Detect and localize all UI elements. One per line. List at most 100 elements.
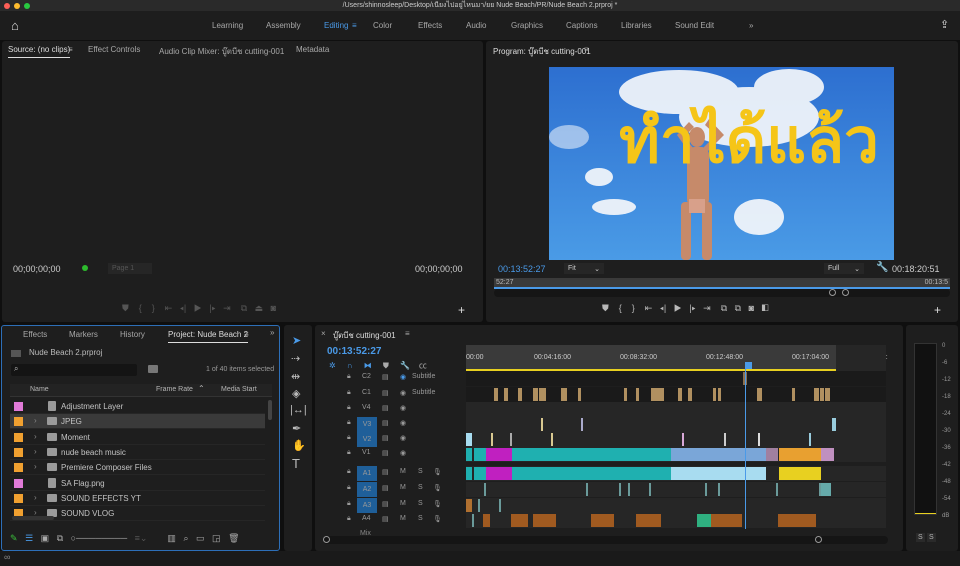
lock-icon[interactable]: 🔒︎: [347, 434, 351, 442]
column-frame-rate[interactable]: Frame Rate: [156, 386, 193, 393]
clip[interactable]: [519, 388, 522, 401]
clip[interactable]: [628, 483, 631, 496]
clip[interactable]: [776, 483, 779, 496]
ripple-edit-tool-icon[interactable]: ⇹: [291, 370, 300, 383]
tab-metadata[interactable]: Metadata: [296, 45, 329, 54]
trash-icon[interactable]: 🗑: [228, 533, 239, 543]
track-lane-v4[interactable]: [466, 402, 886, 417]
column-name[interactable]: Name: [30, 386, 49, 393]
lock-icon[interactable]: 🔒︎: [347, 500, 351, 508]
clip[interactable]: [491, 433, 493, 446]
horizontal-scrollbar[interactable]: [12, 516, 54, 520]
workspace-menu-icon[interactable]: ≡: [352, 11, 357, 40]
tab-history[interactable]: History: [120, 330, 145, 339]
tab-source[interactable]: Source: (no clips): [8, 45, 71, 58]
clip[interactable]: [474, 467, 486, 480]
program-transport-controls[interactable]: ⛊ { } ⇤ ◂| ▶ |▸ ⇥ ⧉ ⧉ ◙ ◧: [602, 303, 769, 314]
label-color-swatch[interactable]: [14, 478, 23, 488]
track-lane-v2[interactable]: [466, 432, 886, 447]
tab-markers[interactable]: Markers: [69, 330, 98, 339]
track-target-button[interactable]: A3: [357, 498, 377, 513]
workspace-sound-edit[interactable]: Sound Edit: [675, 11, 714, 40]
scroll-handle-right[interactable]: [842, 289, 849, 296]
clip[interactable]: [636, 514, 661, 527]
clip[interactable]: [510, 433, 512, 446]
tab-effects[interactable]: Effects: [23, 330, 47, 339]
label-color-swatch[interactable]: [14, 402, 23, 411]
clip[interactable]: [779, 467, 821, 480]
solo-right-button[interactable]: S: [927, 533, 936, 542]
lock-icon[interactable]: 🔒︎: [347, 389, 351, 397]
track-name[interactable]: V1: [362, 449, 371, 456]
zoom-scroll-bar[interactable]: [494, 289, 950, 297]
clip[interactable]: [618, 483, 621, 496]
scroll-handle-left[interactable]: [323, 536, 330, 543]
close-sequence-icon[interactable]: ×: [321, 329, 326, 338]
vertical-scrollbar[interactable]: [268, 400, 272, 420]
label-color-swatch[interactable]: [14, 447, 23, 457]
clip[interactable]: [697, 514, 711, 527]
clip[interactable]: [832, 418, 836, 431]
label-color-swatch[interactable]: [14, 493, 23, 503]
source-timecode-current[interactable]: 00;00;00;00: [13, 264, 61, 274]
track-name[interactable]: C2: [362, 373, 371, 380]
tab-audio-clip-mixer[interactable]: Audio Clip Mixer: บู๊ตบีช cutting-001: [159, 45, 284, 58]
workspace-graphics[interactable]: Graphics: [511, 11, 543, 40]
creative-cloud-icon[interactable]: ∞: [4, 552, 10, 562]
program-video-frame[interactable]: ทำได้แล้ว: [549, 67, 894, 260]
solo-button[interactable]: S: [418, 500, 423, 507]
clip[interactable]: [483, 483, 486, 496]
source-transport-controls[interactable]: ⛊ { } ⇤ ◂| ▶ |▸ ⇥ ⧉ ⏏ ◙: [122, 303, 276, 314]
clip[interactable]: [712, 388, 717, 401]
razor-tool-icon[interactable]: ◈: [292, 387, 300, 400]
new-item-icon[interactable]: ◲: [212, 533, 221, 543]
scroll-handle-left[interactable]: [829, 289, 836, 296]
playback-resolution-dropdown[interactable]: Full ⌄: [824, 263, 864, 274]
track-lane-v1[interactable]: [466, 447, 886, 462]
workspace-captions[interactable]: Captions: [566, 11, 598, 40]
clip[interactable]: [512, 448, 671, 461]
project-search-input[interactable]: ⌕: [11, 364, 137, 376]
track-target-button[interactable]: A2: [357, 482, 377, 497]
lock-icon[interactable]: 🔒︎: [347, 515, 351, 523]
eye-icon[interactable]: ◉: [400, 449, 406, 457]
track-target-button[interactable]: V2: [357, 432, 377, 447]
clip[interactable]: [651, 388, 655, 401]
solo-button[interactable]: S: [418, 515, 423, 522]
type-tool-icon[interactable]: T: [292, 456, 300, 471]
workspace-color[interactable]: Color: [373, 11, 392, 40]
lock-icon[interactable]: 🔒︎: [347, 449, 351, 457]
clip[interactable]: [494, 388, 498, 401]
zoom-slider[interactable]: ○────────: [71, 533, 127, 543]
lock-icon[interactable]: 🔒︎: [347, 419, 351, 427]
clip[interactable]: [544, 388, 547, 401]
sequence-menu-icon[interactable]: ≡: [405, 329, 410, 338]
solo-button[interactable]: S: [418, 468, 423, 475]
tab-effect-controls[interactable]: Effect Controls: [88, 45, 140, 54]
clip[interactable]: [717, 483, 720, 496]
playhead-handle[interactable]: [745, 362, 752, 369]
clip[interactable]: [581, 418, 583, 431]
project-item[interactable]: › JPEG: [10, 414, 265, 430]
project-item[interactable]: › SOUND EFFECTS YT: [10, 491, 265, 506]
wrench-icon[interactable]: 🔧: [876, 262, 888, 273]
new-bin-icon[interactable]: ▭: [196, 533, 205, 543]
clip[interactable]: [758, 433, 760, 446]
mute-button[interactable]: M: [400, 484, 406, 491]
workspace-audio[interactable]: Audio: [466, 11, 486, 40]
pen-tool-icon[interactable]: ✒: [292, 422, 301, 435]
sort-icon[interactable]: ≡⌄: [135, 533, 148, 543]
clip[interactable]: [821, 448, 834, 461]
expand-chevron-icon[interactable]: ›: [34, 416, 37, 425]
automate-to-sequence-icon[interactable]: ▥: [167, 533, 176, 543]
selection-tool-icon[interactable]: ➤: [292, 334, 301, 347]
clip[interactable]: [711, 514, 742, 527]
tab-program[interactable]: Program: บู๊ตบีช cutting-001: [493, 45, 591, 58]
source-timecode-duration[interactable]: 00;00;00;00: [415, 264, 463, 274]
clip[interactable]: [466, 448, 472, 461]
minimize-window-button[interactable]: [14, 3, 20, 9]
track-lane-c1[interactable]: [466, 387, 886, 402]
label-color-swatch[interactable]: [14, 432, 23, 442]
clip[interactable]: [486, 467, 512, 480]
timeline-scrollbar[interactable]: [323, 536, 888, 544]
